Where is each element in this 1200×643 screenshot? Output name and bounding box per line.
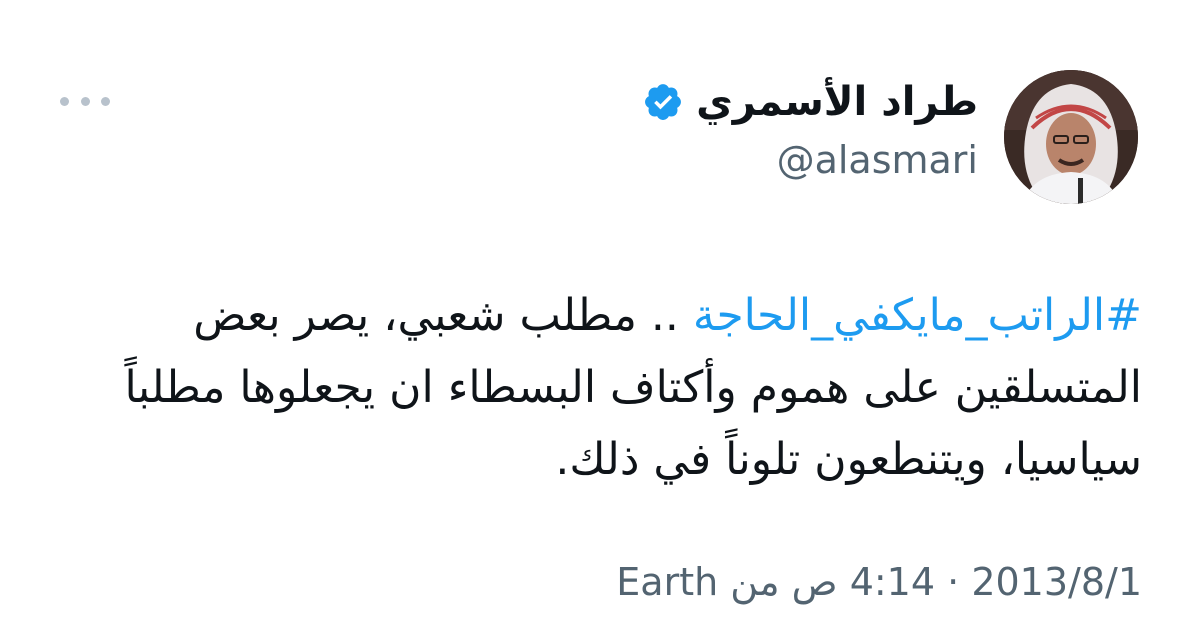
- tweet-date[interactable]: 2013/8/1: [971, 560, 1142, 604]
- tweet-text: #الراتب_مايكفي_الحاجة .. مطلب شعبي، يصر …: [102, 280, 1143, 496]
- author-handle[interactable]: @alasmari: [777, 138, 978, 182]
- tweet-meta: 2013/8/1 · 4:14 ص من Earth: [616, 560, 1142, 604]
- more-dot: [80, 96, 90, 106]
- more-options-icon[interactable]: [60, 88, 110, 114]
- hashtag-link[interactable]: #الراتب_مايكفي_الحاجة: [693, 290, 1142, 341]
- tweet-source: Earth: [616, 560, 719, 604]
- more-dot: [101, 96, 110, 106]
- author-display-name[interactable]: طراد الأسمري: [696, 79, 978, 125]
- tweet-time[interactable]: 4:14 ص: [792, 560, 935, 604]
- avatar[interactable]: [1004, 70, 1138, 204]
- tweet-card: طراد الأسمري @alasmari #الراتب_مايكفي_ال…: [0, 0, 1200, 643]
- more-dot: [60, 96, 69, 106]
- author-name-row: طراد الأسمري: [642, 72, 978, 132]
- verified-badge-icon: [645, 84, 682, 120]
- meta-separator: ·: [947, 560, 960, 604]
- avatar-image: [1004, 70, 1138, 204]
- source-prefix: من: [730, 560, 780, 604]
